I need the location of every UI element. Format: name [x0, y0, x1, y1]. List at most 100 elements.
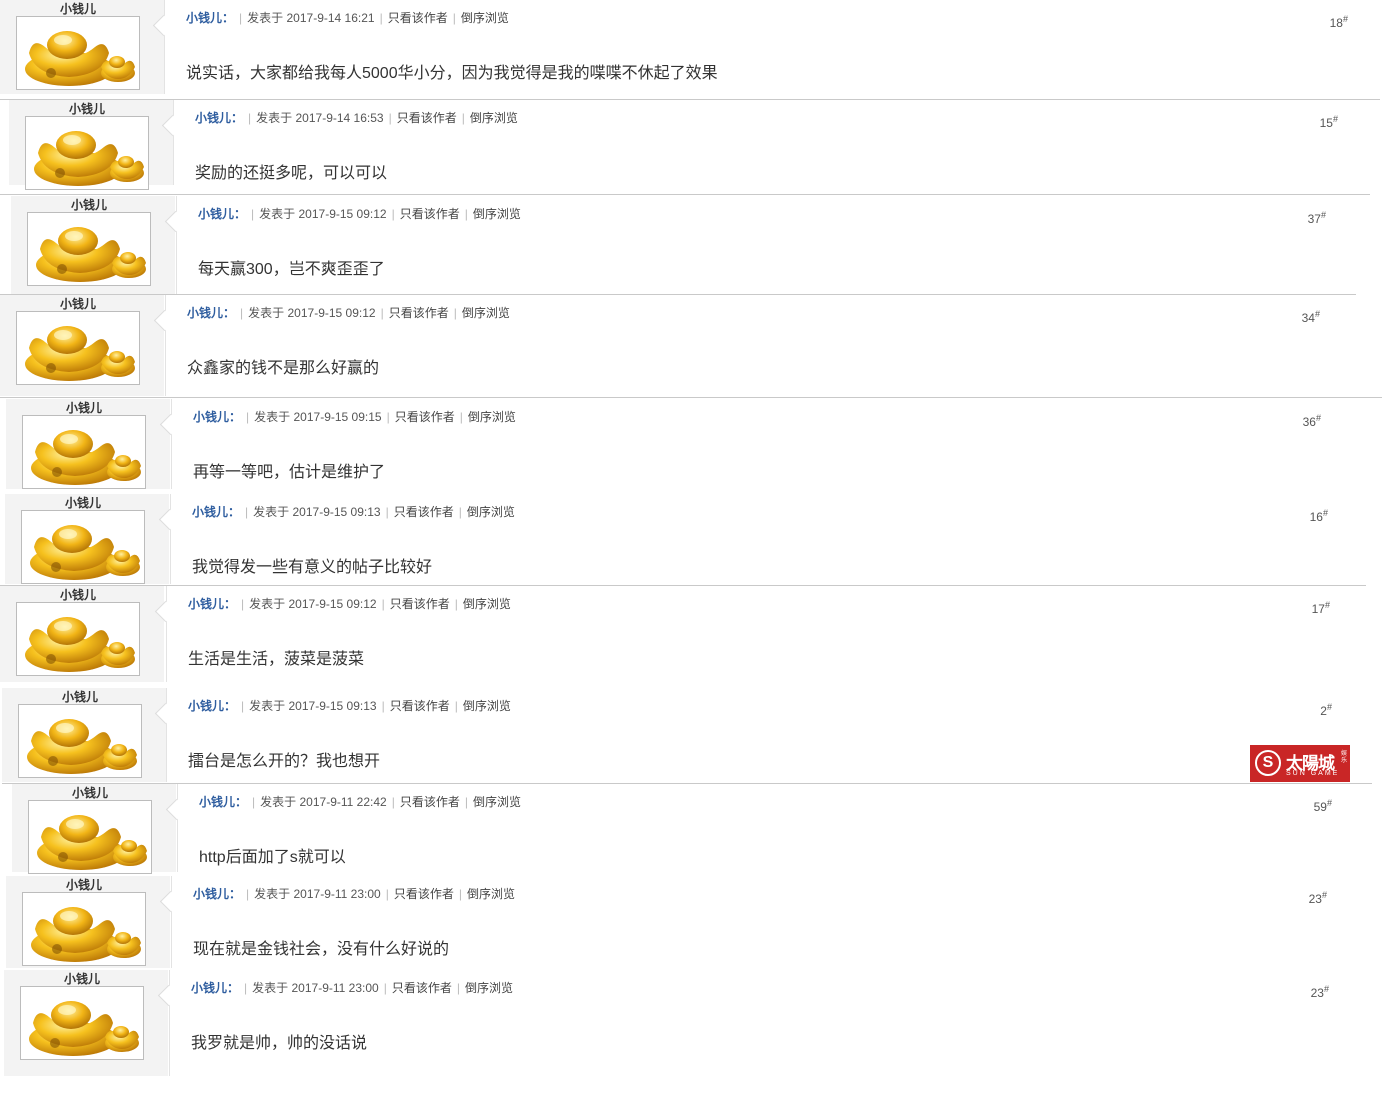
floor-number[interactable]: 17# [1312, 600, 1330, 616]
sidebar-username[interactable]: 小钱儿 [16, 0, 140, 17]
only-author-link[interactable]: 只看该作者 [394, 887, 454, 901]
post-item: 小钱儿 小钱儿： | 发表于 2017- [0, 688, 1388, 782]
post-meta: 小钱儿： | 发表于 2017-9-15 09:13 | 只看该作者 | 倒序浏览 [192, 505, 515, 519]
post-author-link[interactable]: 小钱儿： [191, 981, 239, 995]
avatar[interactable] [22, 415, 146, 489]
floor-value: 23 [1310, 986, 1324, 1000]
post-content: 说实话，大家都给我每人5000华小分，因为我觉得是我的喋喋不休起了效果 [186, 65, 718, 82]
only-author-link[interactable]: 只看该作者 [397, 111, 457, 125]
avatar[interactable] [16, 602, 140, 676]
reverse-view-link[interactable]: 倒序浏览 [463, 699, 511, 713]
sidebar-username[interactable]: 小钱儿 [28, 784, 152, 801]
floor-number[interactable]: 59# [1314, 798, 1332, 814]
post-item: 小钱儿 小钱儿： | 发表于 2017- [0, 0, 1388, 94]
floor-number[interactable]: 15# [1320, 114, 1338, 130]
avatar[interactable] [21, 510, 145, 584]
only-author-link[interactable]: 只看该作者 [400, 207, 460, 221]
reverse-view-link[interactable]: 倒序浏览 [467, 505, 515, 519]
reverse-view-link[interactable]: 倒序浏览 [463, 597, 511, 611]
reverse-view-link[interactable]: 倒序浏览 [461, 11, 509, 25]
floor-number[interactable]: 23# [1309, 890, 1327, 906]
post-item: 小钱儿 小钱儿： | 发表于 2017- [0, 196, 1388, 294]
floor-mark: # [1326, 702, 1332, 712]
post-author-link[interactable]: 小钱儿： [192, 505, 240, 519]
gold-ingot-icon [29, 1001, 139, 1056]
post-content: 生活是生活，菠菜是菠菜 [188, 651, 365, 668]
post-author-link[interactable]: 小钱儿： [193, 887, 241, 901]
post-author-link[interactable]: 小钱儿： [198, 207, 246, 221]
reverse-view-link[interactable]: 倒序浏览 [473, 207, 521, 221]
post-body: 小钱儿： | 发表于 2017-9-15 09:12 | 只看该作者 | 倒序浏览 17# … [154, 586, 1370, 682]
reverse-view-link[interactable]: 倒序浏览 [462, 306, 510, 320]
sun-game-ad-logo[interactable]: S 太陽城 SUN GAME 娱乐 [1250, 745, 1350, 782]
floor-number[interactable]: 16# [1310, 508, 1328, 524]
author-sidebar: 小钱儿 [5, 494, 169, 584]
only-author-link[interactable]: 只看该作者 [390, 597, 450, 611]
post-author-link[interactable]: 小钱儿： [186, 11, 234, 25]
post-author-link[interactable]: 小钱儿： [188, 699, 236, 713]
post-body: 小钱儿： | 发表于 2017-9-15 09:12 | 只看该作者 | 倒序浏览 34# … [153, 295, 1360, 396]
sidebar-username[interactable]: 小钱儿 [25, 100, 149, 117]
only-author-link[interactable]: 只看该作者 [394, 505, 454, 519]
post-body: 小钱儿： | 发表于 2017-9-15 09:15 | 只看该作者 | 倒序浏览 36# … [159, 399, 1361, 489]
avatar[interactable] [18, 704, 142, 778]
floor-mark: # [1326, 798, 1332, 808]
floor-number[interactable]: 37# [1308, 210, 1326, 226]
only-author-link[interactable]: 只看该作者 [390, 699, 450, 713]
sidebar-username[interactable]: 小钱儿 [27, 196, 151, 213]
post-author-link[interactable]: 小钱儿： [187, 306, 235, 320]
avatar[interactable] [28, 800, 152, 874]
post-author-link[interactable]: 小钱儿： [188, 597, 236, 611]
sidebar-username[interactable]: 小钱儿 [18, 688, 142, 705]
avatar[interactable] [22, 892, 146, 966]
only-author-link[interactable]: 只看该作者 [389, 306, 449, 320]
avatar[interactable] [27, 212, 151, 286]
floor-number[interactable]: 36# [1303, 413, 1321, 429]
floor-number[interactable]: 2# [1320, 702, 1332, 718]
post-content: 我觉得发一些有意义的帖子比较好 [192, 559, 433, 576]
avatar[interactable] [20, 986, 144, 1060]
sidebar-username[interactable]: 小钱儿 [16, 295, 140, 312]
avatar[interactable] [16, 16, 140, 90]
author-sidebar: 小钱儿 [2, 688, 166, 782]
post-date: 2017-9-15 09:12 [288, 597, 377, 611]
floor-number[interactable]: 18# [1330, 14, 1348, 30]
reverse-view-link[interactable]: 倒序浏览 [470, 111, 518, 125]
post-date: 2017-9-11 23:00 [293, 887, 381, 901]
post-body: 小钱儿： | 发表于 2017-9-15 09:13 | 只看该作者 | 倒序浏览 2# 擂… [154, 688, 1372, 782]
floor-mark: # [1314, 309, 1320, 319]
gold-ingot-icon [31, 907, 141, 962]
posted-label: 发表于 [259, 207, 296, 221]
floor-number[interactable]: 34# [1302, 309, 1320, 325]
author-sidebar: 小钱儿 [0, 0, 164, 94]
reverse-view-link[interactable]: 倒序浏览 [468, 410, 516, 424]
ad-sub-text: 娱乐 [1341, 751, 1348, 764]
avatar[interactable] [25, 116, 149, 190]
floor-value: 23 [1308, 892, 1322, 906]
post-content: 再等一等吧，估计是维护了 [193, 464, 386, 481]
post-author-link[interactable]: 小钱儿： [195, 111, 243, 125]
post-date: 2017-9-11 23:00 [291, 981, 379, 995]
reverse-view-link[interactable]: 倒序浏览 [467, 887, 515, 901]
sidebar-username[interactable]: 小钱儿 [21, 494, 145, 511]
only-author-link[interactable]: 只看该作者 [392, 981, 452, 995]
sidebar-username[interactable]: 小钱儿 [20, 970, 144, 987]
post-author-link[interactable]: 小钱儿： [193, 410, 241, 424]
post-body: 小钱儿： | 发表于 2017-9-15 09:13 | 只看该作者 | 倒序浏览 16# … [158, 494, 1368, 584]
reverse-view-link[interactable]: 倒序浏览 [465, 981, 513, 995]
sidebar-username[interactable]: 小钱儿 [22, 876, 146, 893]
sidebar-username[interactable]: 小钱儿 [22, 399, 146, 416]
sidebar-username[interactable]: 小钱儿 [16, 586, 140, 603]
only-author-link[interactable]: 只看该作者 [388, 11, 448, 25]
avatar[interactable] [16, 311, 140, 385]
author-sidebar: 小钱儿 [6, 876, 170, 968]
posted-label: 发表于 [249, 597, 286, 611]
reverse-view-link[interactable]: 倒序浏览 [473, 795, 521, 809]
only-author-link[interactable]: 只看该作者 [400, 795, 460, 809]
post-author-link[interactable]: 小钱儿： [199, 795, 247, 809]
floor-value: 18 [1329, 16, 1343, 30]
floor-number[interactable]: 23# [1311, 984, 1329, 1000]
post-meta: 小钱儿： | 发表于 2017-9-15 09:13 | 只看该作者 | 倒序浏览 [188, 699, 511, 713]
posted-label: 发表于 [252, 981, 289, 995]
only-author-link[interactable]: 只看该作者 [395, 410, 455, 424]
